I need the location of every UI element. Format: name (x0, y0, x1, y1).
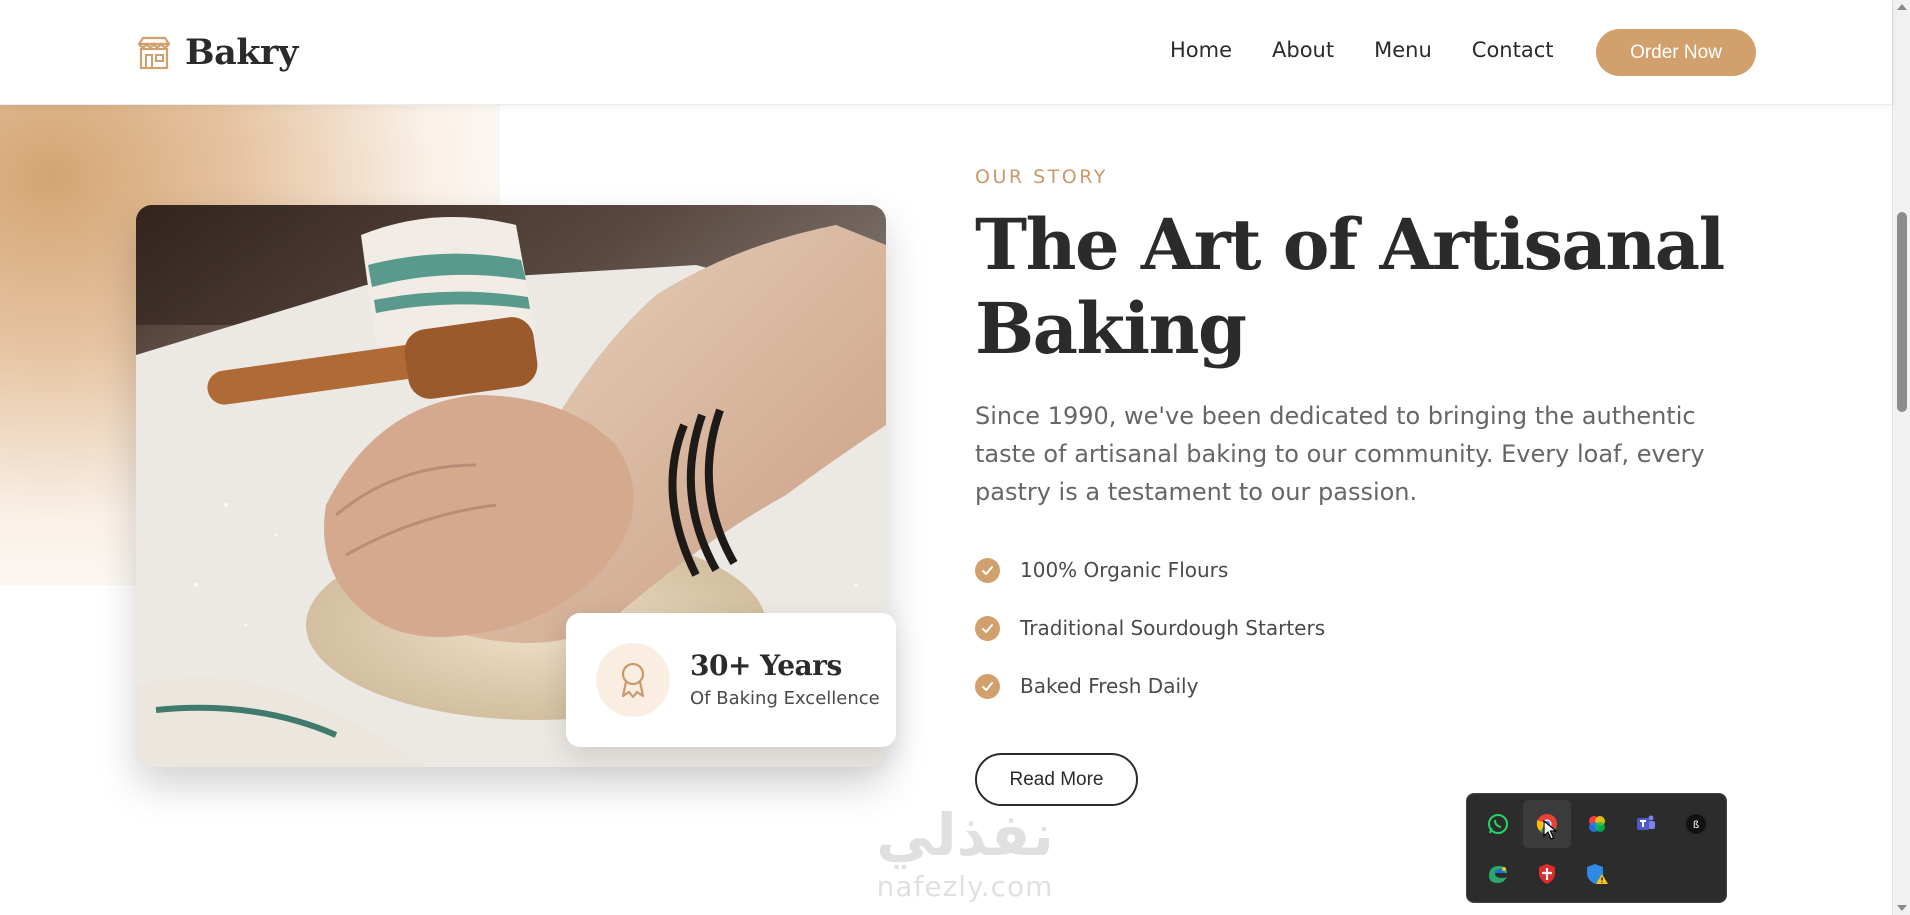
color-wheel-icon[interactable] (1573, 800, 1621, 848)
windows-security-icon[interactable] (1573, 850, 1621, 898)
feature-list: 100% Organic Flours Traditional Sourdoug… (975, 541, 1325, 715)
edge-dev-icon[interactable] (1474, 850, 1522, 898)
svg-text:ß: ß (1693, 820, 1699, 831)
order-now-button[interactable]: Order Now (1596, 29, 1756, 76)
feature-label: 100% Organic Flours (1020, 558, 1229, 582)
nav-link-about[interactable]: About (1272, 38, 1334, 62)
brand-name: Bakry (185, 32, 298, 73)
whatsapp-icon[interactable] (1474, 800, 1522, 848)
shop-icon (137, 36, 171, 69)
feature-label: Baked Fresh Daily (1020, 674, 1199, 698)
years-subtitle: Of Baking Excellence (690, 688, 880, 709)
section-eyebrow: OUR STORY (975, 166, 1108, 188)
scroll-up-icon[interactable] (1897, 4, 1907, 10)
scrollbar[interactable] (1892, 0, 1910, 915)
check-icon (975, 673, 1000, 699)
years-title: 30+ Years (690, 649, 842, 682)
brand[interactable]: Bakry (135, 32, 298, 73)
list-item: Baked Fresh Daily (975, 657, 1325, 715)
watermark-arabic: نفذلي (876, 801, 1054, 869)
watermark-latin: nafezly.com (876, 870, 1054, 903)
navbar: Bakry Home About Menu Contact Order Now (0, 0, 1892, 105)
award-badge (596, 643, 670, 717)
list-item: Traditional Sourdough Starters (975, 599, 1325, 657)
scroll-thumb[interactable] (1897, 212, 1907, 412)
feature-label: Traditional Sourdough Starters (1020, 616, 1326, 640)
check-icon (975, 557, 1000, 583)
award-icon (621, 662, 645, 699)
mouse-cursor-icon (1543, 820, 1557, 840)
system-tray-flyout: ß (1466, 793, 1727, 903)
intro-paragraph: Since 1990, we've been dedicated to brin… (975, 402, 1705, 506)
shield-icon[interactable] (1523, 850, 1571, 898)
page-title: The Art of Artisanal Baking (975, 203, 1725, 370)
app-icon[interactable]: ß (1672, 800, 1720, 848)
experience-badge: 30+ Years Of Baking Excellence (566, 613, 896, 747)
check-icon (975, 615, 1000, 641)
nav-link-menu[interactable]: Menu (1374, 38, 1432, 62)
watermark: نفذلي nafezly.com (830, 800, 1100, 910)
read-more-button[interactable]: Read More (975, 753, 1138, 806)
nav-link-home[interactable]: Home (1170, 38, 1232, 62)
teams-icon[interactable] (1622, 800, 1670, 848)
scroll-down-icon[interactable] (1897, 905, 1907, 911)
list-item: 100% Organic Flours (975, 541, 1325, 599)
nav-links: Home About Menu Contact (1170, 38, 1553, 62)
nav-link-contact[interactable]: Contact (1472, 38, 1554, 62)
